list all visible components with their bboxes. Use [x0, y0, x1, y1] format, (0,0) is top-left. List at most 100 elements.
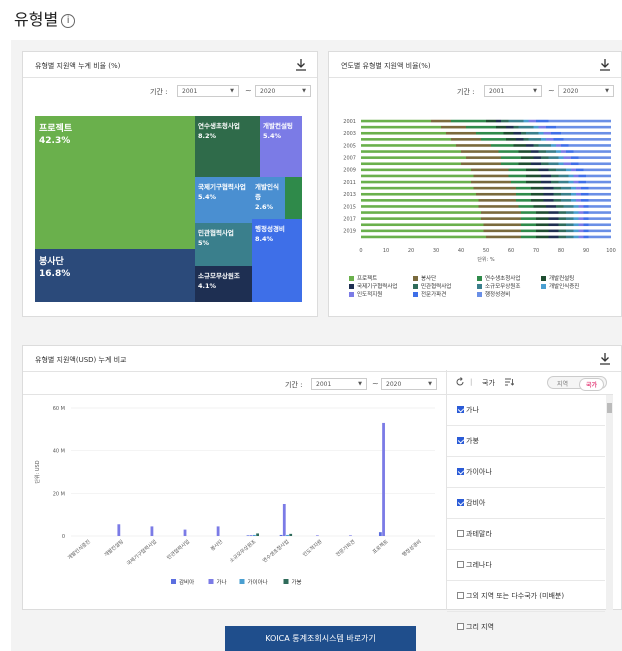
page-title: 유형별 i — [14, 6, 76, 30]
toggle-region[interactable]: 지역 — [557, 379, 568, 388]
legend-item[interactable]: 프로젝트 — [349, 274, 377, 282]
checkbox[interactable] — [457, 468, 464, 475]
stacked-bar-segment — [531, 186, 544, 190]
stacked-bar-segment — [578, 174, 586, 178]
stacked-bar-segment — [536, 235, 549, 239]
y-tick-label: 2003 — [343, 131, 356, 137]
stacked-bar-segment — [473, 186, 516, 190]
treemap-cell-ppp[interactable]: 민관협력사업 5% — [195, 223, 252, 266]
period-to-select[interactable]: 2020 ▼ — [558, 85, 614, 97]
stacked-bar-segment — [498, 150, 519, 153]
treemap-cell-project[interactable]: 프로젝트 42.3% — [35, 116, 195, 249]
stacked-bar-segment — [526, 174, 541, 178]
treemap-cell-admin[interactable]: 행정성경비 8.4% — [252, 219, 302, 302]
koica-stats-link-button[interactable]: KOICA 통계조회시스템 바로가기 — [225, 626, 416, 651]
country-checkbox-item[interactable]: 그외 지역 또는 다수국가 (미배분) — [457, 591, 564, 601]
country-checkbox-item[interactable]: 감비아 — [457, 498, 485, 508]
checkbox[interactable] — [457, 530, 464, 537]
legend-item[interactable]: 민관협력사업 — [413, 282, 451, 290]
stacked-bar-segment — [558, 211, 566, 214]
legend-swatch — [349, 284, 354, 289]
stacked-bar-segment — [546, 150, 556, 153]
country-checkbox-item[interactable]: 그레나다 — [457, 560, 492, 570]
bar — [382, 422, 385, 536]
stacked-bar-segment — [553, 199, 561, 202]
list-divider — [447, 518, 605, 519]
checkbox[interactable] — [457, 592, 464, 599]
checkbox[interactable] — [457, 623, 464, 630]
stacked-bar-segment — [543, 199, 554, 202]
download-icon[interactable] — [295, 58, 307, 72]
info-icon[interactable]: i — [61, 14, 76, 28]
chevron-down-icon: ▼ — [428, 381, 432, 387]
legend-item[interactable]: 봉사단 — [413, 274, 436, 282]
stacked-bar-segment — [511, 180, 526, 184]
legend-item[interactable]: 인도적지원 — [349, 290, 382, 298]
legend-item[interactable]: 행정성경비 — [477, 290, 510, 298]
stacked-bar-segment — [548, 168, 556, 172]
period-from-select[interactable]: 2001 ▼ — [177, 85, 239, 97]
treemap-cell-volunteers[interactable]: 봉사단 16.8% — [35, 249, 195, 302]
stacked-bar-segment — [518, 150, 531, 153]
stacked-bar-segment — [573, 223, 579, 227]
stacked-bar-segment — [563, 162, 571, 166]
stacked-bar-segment — [581, 186, 589, 190]
country-checkbox-item[interactable]: 그리 지역 — [457, 622, 494, 632]
period-from-select[interactable]: 2001 ▼ — [484, 85, 542, 97]
y-tick-label: 2019 — [343, 229, 356, 235]
period-tilde: ~ — [372, 379, 379, 388]
stacked-bar-segment — [533, 125, 539, 129]
scrollbar-thumb[interactable] — [607, 403, 612, 413]
legend-item[interactable]: 국제기구협력사업 — [349, 282, 397, 290]
panel-header: 유형별 지원액 누계 비율 (%) — [23, 52, 317, 78]
country-checkbox-item[interactable]: 가봉 — [457, 436, 479, 446]
stacked-bar-segment — [361, 150, 461, 153]
sort-icon[interactable] — [505, 378, 514, 386]
chevron-down-icon: ▼ — [302, 88, 306, 94]
legend-swatch — [541, 284, 546, 289]
legend-item[interactable]: 소규모무상원조 — [477, 282, 520, 290]
treemap-cell-trainee[interactable]: 연수생초청사업 8.2% — [195, 116, 260, 177]
treemap-cell-label: 연수생초청사업 — [198, 122, 240, 130]
treemap-cell-consulting[interactable]: 개발컨설팅 5.4% — [260, 116, 302, 177]
legend-item[interactable]: 연수생초청사업 — [477, 274, 520, 282]
download-icon[interactable] — [599, 352, 611, 366]
region-country-toggle[interactable]: 지역 국가 — [547, 376, 607, 391]
checkbox[interactable] — [457, 437, 464, 444]
period-from-select[interactable]: 2001 ▼ — [311, 378, 367, 390]
checkbox[interactable] — [457, 406, 464, 413]
stacked-bar-segment — [566, 235, 574, 239]
refresh-icon[interactable] — [455, 377, 465, 387]
country-checkbox-item[interactable]: 가이아나 — [457, 467, 492, 477]
legend-item[interactable]: 개발컨설팅 — [541, 274, 574, 282]
stacked-bar-segment — [553, 192, 561, 196]
treemap-cell-awareness[interactable]: 개발인식증 2.6% — [253, 177, 285, 223]
legend-item[interactable]: 개발인식증진 — [541, 282, 579, 290]
stacked-bar-segment — [521, 131, 526, 135]
period-to-select[interactable]: 2020 ▼ — [255, 85, 311, 97]
stacked-bar-segment — [538, 144, 551, 147]
stacked-bar-segment — [578, 217, 584, 220]
checkbox[interactable] — [457, 561, 464, 568]
checkbox[interactable] — [457, 499, 464, 506]
download-icon[interactable] — [599, 58, 611, 72]
stacked-bar-segment — [533, 156, 541, 159]
toggle-country[interactable]: 국가 — [578, 378, 604, 391]
period-to-select[interactable]: 2020 ▼ — [381, 378, 437, 390]
legend-label: 감비아 — [179, 578, 194, 586]
stacked-bar-segment — [551, 180, 559, 184]
stacked-bar-segment — [531, 192, 544, 196]
scrollbar[interactable] — [606, 395, 613, 610]
treemap-cell-value: 16.8% — [39, 269, 71, 279]
stacked-bar-segment — [548, 156, 559, 159]
treemap-cell-intl-org[interactable]: 국제기구협력사업 5.4% — [195, 177, 253, 223]
stacked-bar-segment — [513, 131, 521, 135]
country-checkbox-item[interactable]: 가나 — [457, 405, 479, 415]
stacked-bar-segment — [566, 223, 574, 227]
treemap-cell-small-green[interactable] — [285, 177, 302, 219]
period-from-value: 2001 — [489, 88, 505, 95]
chevron-down-icon: ▼ — [358, 381, 362, 387]
legend-item[interactable]: 전문가파견 — [413, 290, 446, 298]
country-checkbox-item[interactable]: 과테말라 — [457, 529, 492, 539]
treemap-cell-small-grant[interactable]: 소규모무상원조 4.1% — [195, 266, 252, 302]
